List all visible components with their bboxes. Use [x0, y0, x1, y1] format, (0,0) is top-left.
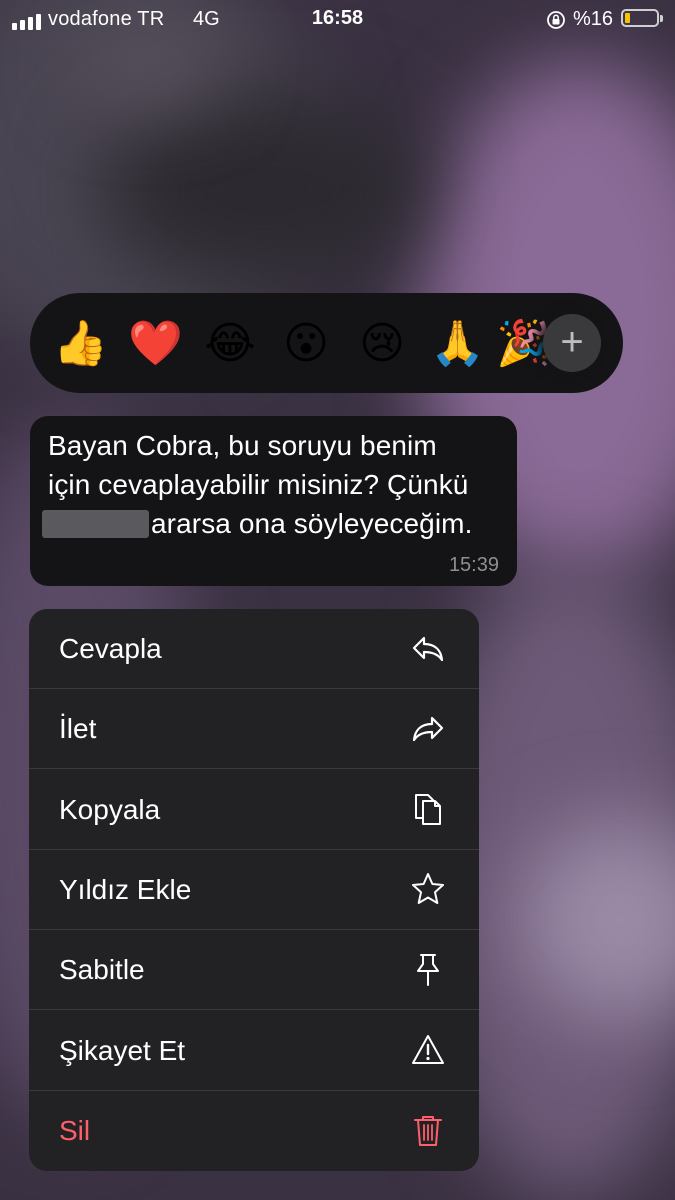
menu-item-reply[interactable]: Cevapla [29, 609, 479, 689]
menu-item-report[interactable]: Şikayet Et [29, 1011, 479, 1091]
message-text-line: ararsa ona söyleyeceğim. [151, 508, 473, 539]
trash-icon [414, 1116, 442, 1146]
more-reactions-button[interactable]: + [543, 314, 601, 372]
message-context-menu: Cevapla İlet Kopyala Yıldız Ekle Sabitle… [29, 609, 479, 1171]
menu-item-star[interactable]: Yıldız Ekle [29, 850, 479, 930]
message-text-line: Bayan Cobra, bu soruyu benim [48, 430, 437, 461]
menu-item-label: Yıldız Ekle [59, 874, 192, 905]
menu-item-copy[interactable]: Kopyala [29, 770, 479, 850]
reaction-thumbs-up[interactable]: 👍 [53, 319, 108, 369]
menu-item-label: Şikayet Et [59, 1035, 186, 1066]
redacted-text [42, 510, 149, 538]
warning-icon [412, 1035, 444, 1064]
menu-item-forward[interactable]: İlet [29, 689, 479, 769]
menu-item-label: İlet [59, 713, 97, 744]
reaction-praying-hands[interactable]: 🙏 [430, 319, 485, 369]
menu-item-delete[interactable]: Sil [29, 1091, 479, 1171]
reaction-laughing[interactable]: 😂 [203, 319, 257, 369]
menu-item-label: Sabitle [59, 954, 145, 985]
reaction-crying[interactable]: 😢 [355, 319, 409, 369]
message-text-line: için cevaplayabilir misiniz? Çünkü [48, 469, 469, 500]
message-bubble[interactable]: Bayan Cobra, bu soruyu benim için cevapl… [30, 416, 517, 586]
menu-item-pin[interactable]: Sabitle [29, 930, 479, 1010]
reaction-heart[interactable]: ❤️ [128, 319, 183, 369]
reaction-bar: 👍 ❤️ 😂 😮 😢 🙏 🎉 + [30, 293, 623, 393]
reaction-party-popper[interactable]: 🎉 [496, 319, 551, 369]
status-bar: vodafone TR 4G 16:58 %16 [0, 0, 675, 40]
pin-icon [417, 954, 439, 986]
reaction-surprised[interactable]: 😮 [279, 319, 333, 369]
forward-icon [412, 716, 444, 742]
copy-icon [415, 794, 441, 825]
message-timestamp: 15:39 [448, 554, 499, 576]
battery-percentage: %16 [573, 8, 614, 30]
star-icon [412, 873, 444, 904]
battery-icon [621, 9, 663, 27]
reply-icon [412, 636, 444, 662]
rotation-lock-icon [547, 11, 565, 29]
menu-item-label: Kopyala [59, 794, 161, 825]
menu-item-label: Sil [59, 1115, 91, 1146]
menu-item-label: Cevapla [59, 633, 162, 664]
